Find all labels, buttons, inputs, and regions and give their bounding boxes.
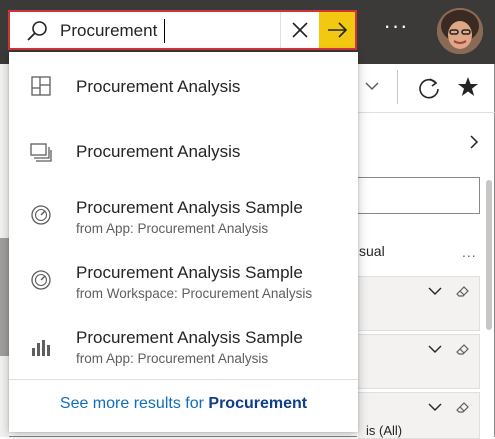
result-subtitle: from App: Procurement Analysis: [76, 351, 269, 366]
result-title: Procurement Analysis: [76, 77, 241, 96]
gauge-icon: [31, 270, 51, 290]
go-button[interactable]: [319, 12, 355, 48]
eraser-icon[interactable]: [454, 283, 470, 299]
search-input[interactable]: [60, 18, 280, 44]
clear-search-button[interactable]: [280, 12, 319, 48]
result-subtitle: from App: Procurement Analysis: [76, 221, 269, 236]
divider: [9, 379, 358, 380]
search-result[interactable]: Procurement Analysis: [9, 52, 358, 118]
chevron-down-icon[interactable]: [428, 285, 442, 297]
search-results-dropdown: Procurement Analysis Procurement Analysi…: [9, 52, 358, 432]
chevron-down-icon[interactable]: [428, 343, 442, 355]
result-subtitle: from Workspace: Procurement Analysis: [76, 286, 313, 301]
search-result[interactable]: Procurement Analysis Sample from App: Pr…: [9, 184, 358, 249]
star-icon[interactable]: [457, 76, 479, 98]
filter-card[interactable]: [358, 276, 480, 331]
pane-border: [358, 112, 495, 113]
filter-value: is (All): [366, 423, 403, 438]
background-left-pane: [0, 64, 9, 437]
result-title: Procurement Analysis Sample: [76, 328, 303, 347]
see-more-prefix: See more results for: [59, 395, 209, 412]
filter-card[interactable]: is (All): [358, 392, 480, 439]
eraser-icon[interactable]: [454, 399, 470, 415]
report-icon: [30, 143, 52, 162]
text-caret: [164, 19, 165, 43]
eraser-icon[interactable]: [454, 341, 470, 357]
background-strip: [0, 238, 9, 356]
bar-chart-icon: [32, 340, 50, 356]
see-more-results-link[interactable]: See more results for Procurement: [9, 395, 358, 413]
search-box: [8, 10, 357, 50]
result-title: Procurement Analysis Sample: [76, 263, 303, 282]
filter-search-field[interactable]: [358, 177, 480, 214]
search-result[interactable]: Procurement Analysis Sample from App: Pr…: [9, 314, 358, 379]
close-icon: [292, 22, 308, 38]
search-icon: [27, 21, 47, 41]
chevron-down-icon[interactable]: [428, 401, 442, 413]
chevron-down-icon[interactable]: [364, 78, 380, 94]
result-title: Procurement Analysis: [76, 142, 241, 161]
search-result[interactable]: Procurement Analysis: [9, 118, 358, 184]
dashboard-icon: [31, 76, 51, 96]
filters-visual-label: sual: [359, 243, 385, 259]
avatar-image: [437, 8, 483, 54]
toolbar-divider: [397, 70, 398, 104]
avatar[interactable]: [437, 8, 483, 54]
scrollbar[interactable]: [486, 180, 492, 330]
see-more-term: Procurement: [208, 395, 308, 412]
refresh-icon[interactable]: [417, 76, 441, 100]
filter-card[interactable]: [358, 334, 480, 389]
search-result[interactable]: Procurement Analysis Sample from Workspa…: [9, 249, 358, 314]
chevron-right-icon[interactable]: [468, 134, 480, 150]
more-options-icon[interactable]: ...: [462, 244, 477, 260]
gauge-icon: [31, 205, 51, 225]
result-title: Procurement Analysis Sample: [76, 198, 303, 217]
more-options-button[interactable]: ···: [382, 14, 410, 42]
arrow-right-icon: [328, 22, 348, 38]
